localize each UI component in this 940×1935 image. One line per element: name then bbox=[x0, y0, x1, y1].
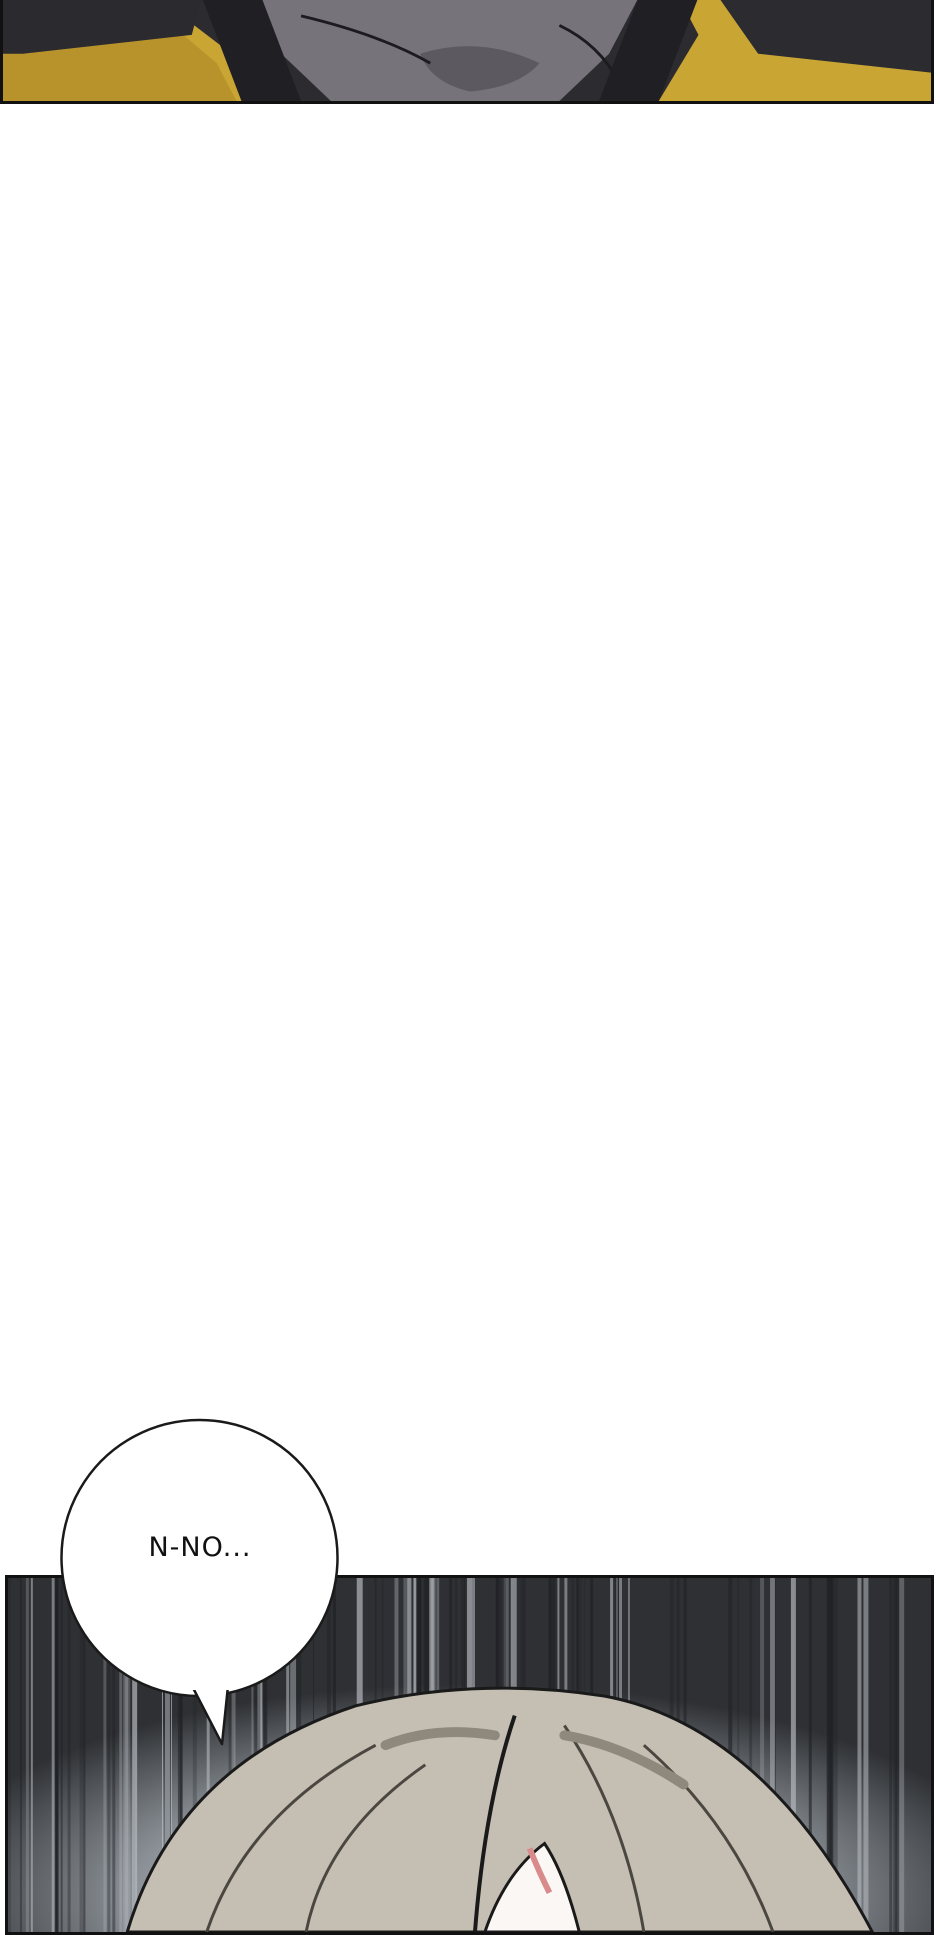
speed-line bbox=[895, 1578, 900, 1932]
speed-line bbox=[25, 1578, 29, 1932]
speed-line bbox=[8, 1578, 11, 1932]
speed-line bbox=[51, 1578, 55, 1932]
speech-bubble-text: N-NO... bbox=[148, 1532, 252, 1563]
top-panel bbox=[0, 0, 934, 104]
speed-line bbox=[30, 1578, 33, 1932]
speed-line bbox=[19, 1578, 22, 1932]
top-panel-art bbox=[3, 0, 931, 101]
speed-line bbox=[857, 1578, 862, 1932]
speech-bubble: N-NO... bbox=[60, 1418, 340, 1748]
speed-line bbox=[863, 1578, 869, 1932]
speech-bubble-shape bbox=[60, 1418, 339, 1746]
speed-line bbox=[899, 1578, 905, 1932]
speed-line bbox=[54, 1578, 58, 1932]
speed-line bbox=[889, 1578, 893, 1932]
